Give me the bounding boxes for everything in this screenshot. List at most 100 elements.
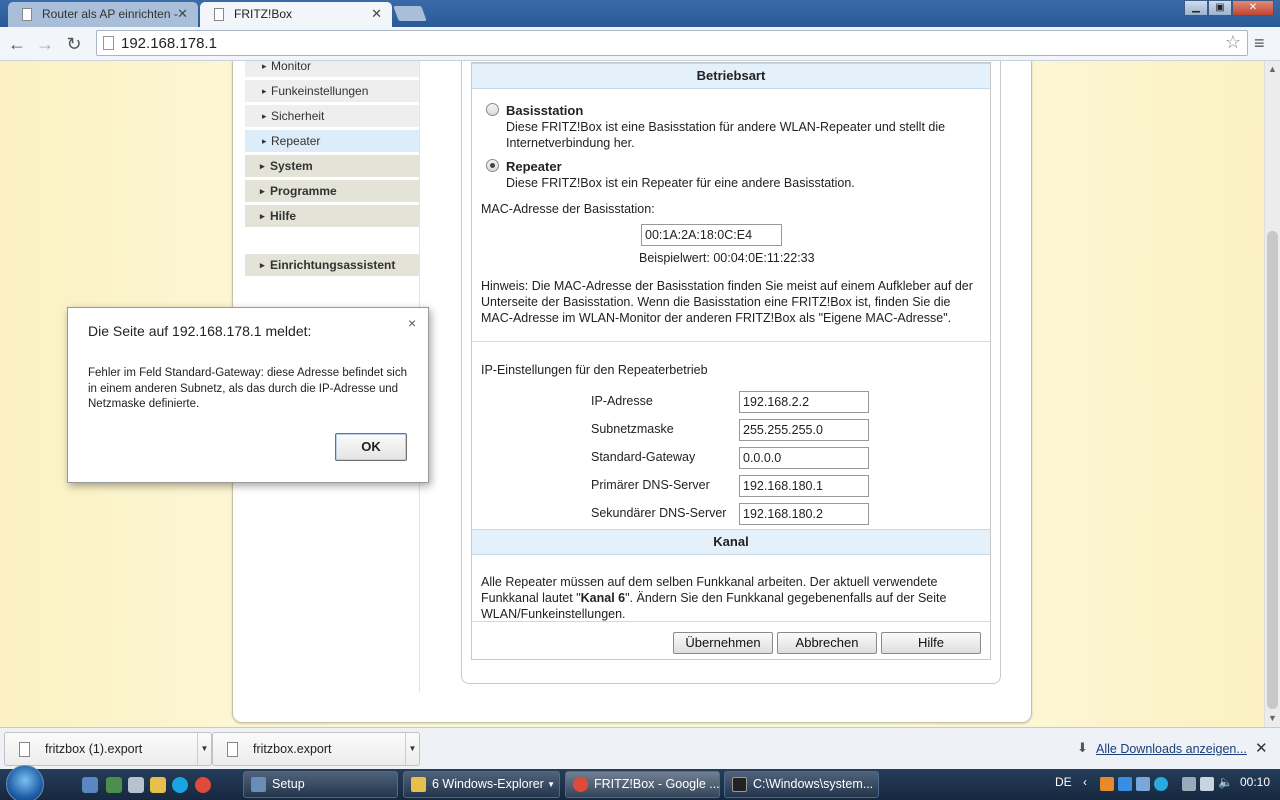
sidebar-item-hilfe[interactable]: Hilfe [245, 205, 419, 227]
app-icon[interactable] [128, 777, 144, 793]
url-input[interactable] [121, 33, 1201, 53]
mac-address-label: MAC-Adresse der Basisstation: [481, 202, 655, 216]
chevron-down-icon[interactable]: ▼ [547, 772, 555, 797]
tab-close-icon[interactable]: ✕ [371, 6, 382, 22]
kanal-description: Alle Repeater müssen auf dem selben Funk… [481, 574, 981, 622]
skype-tray-icon[interactable] [1154, 777, 1168, 791]
shelf-close-icon[interactable]: ✕ [1255, 739, 1268, 757]
sidebar-item-system[interactable]: System [245, 155, 419, 177]
browser-tab-bar: Router als AP einrichten - ✕ FRITZ!Box ✕… [0, 0, 1280, 27]
subnet-mask-input[interactable] [739, 419, 869, 441]
windows-taskbar: Setup 6 Windows-Explorer ▼ FRITZ!Box - G… [0, 765, 1280, 800]
download-name: fritzbox (1).export [45, 742, 143, 756]
address-bar[interactable]: ☆ [96, 30, 1248, 56]
tray-expand-icon[interactable]: ‹ [1083, 775, 1087, 789]
download-item[interactable]: fritzbox.export ▼ [212, 732, 420, 766]
tab-title: FRITZ!Box [234, 7, 293, 21]
tab-title: Router als AP einrichten - [42, 7, 178, 21]
dialog-title: Die Seite auf 192.168.178.1 meldet: [88, 323, 312, 339]
secondary-dns-input[interactable] [739, 503, 869, 525]
language-indicator[interactable]: DE [1055, 775, 1072, 789]
secondary-dns-label: Sekundärer DNS-Server [591, 506, 727, 520]
sidebar-item-repeater[interactable]: Repeater [245, 130, 419, 152]
file-icon [227, 742, 238, 757]
skype-icon[interactable] [172, 777, 188, 793]
sidebar-item-programme[interactable]: Programme [245, 180, 419, 202]
back-icon[interactable]: ← [6, 33, 28, 55]
wrench-menu-icon[interactable]: ≡ [1254, 33, 1265, 54]
vertical-scrollbar[interactable]: ▲ ▼ [1264, 61, 1280, 727]
sidebar-item-label: Sicherheit [271, 109, 325, 123]
new-tab-button[interactable] [393, 6, 427, 21]
chevron-down-icon[interactable]: ▼ [405, 733, 419, 765]
option-description-repeater: Diese FRITZ!Box ist ein Repeater für ein… [506, 176, 855, 190]
sidebar-item-label: Hilfe [270, 209, 297, 223]
sidebar-item-label: Funkeinstellungen [271, 84, 369, 98]
app-icon[interactable] [106, 777, 122, 793]
task-windows-explorer[interactable]: 6 Windows-Explorer ▼ [403, 771, 560, 798]
tab-router-als-ap[interactable]: Router als AP einrichten - ✕ [8, 2, 198, 27]
start-button[interactable] [6, 765, 44, 800]
task-cmd[interactable]: C:\Windows\system... [724, 771, 879, 798]
primary-dns-input[interactable] [739, 475, 869, 497]
dropbox-icon[interactable] [1118, 777, 1132, 791]
scrollbar-thumb[interactable] [1267, 231, 1278, 709]
setup-icon [251, 777, 266, 792]
ip-address-label: IP-Adresse [591, 394, 653, 408]
reload-icon[interactable]: ↻ [63, 33, 85, 55]
bookmark-star-icon[interactable]: ☆ [1225, 32, 1241, 53]
download-name: fritzbox.export [253, 742, 332, 756]
task-label: C:\Windows\system... [753, 777, 874, 791]
forward-icon[interactable]: → [34, 33, 56, 55]
action-center-icon[interactable] [1182, 777, 1196, 791]
ip-settings-heading: IP-Einstellungen für den Repeaterbetrieb [481, 363, 708, 377]
ip-address-input[interactable] [739, 391, 869, 413]
divider [472, 621, 990, 622]
scroll-down-icon[interactable]: ▼ [1268, 713, 1277, 723]
sidebar-item-sicherheit[interactable]: Sicherheit [245, 105, 419, 127]
task-label: FRITZ!Box - Google ... [594, 777, 720, 791]
help-button[interactable]: Hilfe [881, 632, 981, 654]
radio-repeater[interactable] [486, 159, 499, 172]
task-setup[interactable]: Setup [243, 771, 398, 798]
sidebar-item-einrichtungsassistent[interactable]: Einrichtungsassistent [245, 254, 419, 276]
scroll-up-icon[interactable]: ▲ [1268, 64, 1277, 74]
show-desktop-icon[interactable] [82, 777, 98, 793]
clock[interactable]: 00:10 [1240, 775, 1270, 789]
sidebar-item-funkeinstellungen[interactable]: Funkeinstellungen [245, 80, 419, 102]
gateway-input[interactable] [739, 447, 869, 469]
download-shelf: fritzbox (1).export ▼ fritzbox.export ▼ … [0, 727, 1280, 769]
option-description-basisstation: Diese FRITZ!Box ist eine Basisstation fü… [506, 120, 946, 150]
dialog-close-icon[interactable]: × [408, 315, 416, 331]
folder-icon[interactable] [150, 777, 166, 793]
folder-icon [411, 777, 426, 792]
volume-icon[interactable]: 🔈 [1218, 775, 1233, 789]
window-close-button[interactable]: ✕ [1232, 0, 1274, 16]
tray-app-icon[interactable] [1100, 777, 1114, 791]
tab-close-icon[interactable]: ✕ [177, 6, 188, 22]
minimize-button[interactable]: ▁ [1184, 0, 1208, 16]
chrome-icon[interactable] [195, 777, 211, 793]
download-item[interactable]: fritzbox (1).export ▼ [4, 732, 212, 766]
page-icon [214, 8, 224, 21]
chrome-icon [573, 777, 588, 792]
tray-app-icon[interactable] [1136, 777, 1150, 791]
primary-dns-label: Primärer DNS-Server [591, 478, 710, 492]
apply-button[interactable]: Übernehmen [673, 632, 773, 654]
mac-address-input[interactable] [641, 224, 782, 246]
option-title-repeater: Repeater [506, 159, 562, 174]
dialog-ok-button[interactable]: OK [335, 433, 407, 461]
alert-dialog: Die Seite auf 192.168.178.1 meldet: × Fe… [67, 307, 429, 483]
task-chrome[interactable]: FRITZ!Box - Google ... [565, 771, 720, 798]
maximize-button[interactable]: ▣ [1208, 0, 1232, 16]
option-title-basisstation: Basisstation [506, 103, 584, 118]
radio-basisstation[interactable] [486, 103, 499, 116]
chevron-down-icon[interactable]: ▼ [197, 733, 211, 765]
show-all-downloads-link[interactable]: Alle Downloads anzeigen... [1096, 742, 1247, 756]
cancel-button[interactable]: Abbrechen [777, 632, 877, 654]
sidebar-item-monitor[interactable]: Monitor [245, 61, 419, 77]
network-icon[interactable] [1200, 777, 1214, 791]
gateway-label: Standard-Gateway [591, 450, 696, 464]
tab-fritzbox[interactable]: FRITZ!Box ✕ [200, 2, 392, 27]
download-arrow-icon: ⬇ [1077, 740, 1088, 755]
